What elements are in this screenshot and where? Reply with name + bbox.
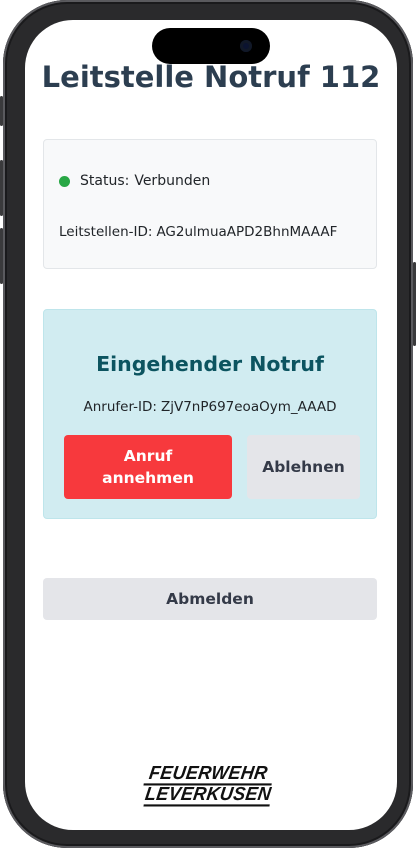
logo-line-1: FEUERWEHR [143,762,275,786]
station-id-label: Leitstellen-ID: [59,224,153,240]
dynamic-island [152,28,270,64]
feuerwehr-leverkusen-logo: FEUERWEHR LEVERKUSEN [143,762,277,808]
action-button [0,96,3,126]
decline-call-label: Ablehnen [262,458,345,476]
logout-label: Abmelden [166,590,254,608]
accept-call-label: Anruf annehmen [102,447,194,487]
decline-call-button[interactable]: Ablehnen [247,435,360,499]
volume-up-button [0,160,3,216]
screen: Leitstelle Notruf 112 Status: Verbunden … [25,20,397,830]
connection-info-card: Status: Verbunden Leitstellen-ID: AG2ulmu… [43,139,377,269]
page-title: Leitstelle Notruf 112 [41,60,381,94]
logout-button[interactable]: Abmelden [43,578,377,620]
status-label: Status: [80,173,130,189]
volume-down-button [0,228,3,284]
caller-id-value: ZjV7nP697eoaOym_AAAD [160,399,337,415]
power-button [413,262,416,346]
status-indicator-icon [59,175,70,187]
caller-id-label: Anrufer-ID: [83,399,157,415]
caller-id-row: Anrufer-ID: ZjV7nP697eoaOym_AAAD [44,399,376,415]
accept-call-button[interactable]: Anruf annehmen [64,435,232,499]
status-row: Status: Verbunden [59,173,210,189]
status-value: Verbunden [134,173,211,189]
station-id-value: AG2ulmuaAPD2BhnMAAAF [156,224,338,240]
logo-line-2: LEVERKUSEN [143,783,273,807]
phone-frame: Leitstelle Notruf 112 Status: Verbunden … [0,0,416,848]
incoming-call-card: Eingehender Notruf Anrufer-ID: ZjV7nP697e… [43,309,377,519]
camera-icon [240,40,252,52]
incoming-call-title: Eingehender Notruf [96,352,324,376]
station-id-row: Leitstellen-ID: AG2ulmuaAPD2BhnMAAAF [59,224,337,240]
